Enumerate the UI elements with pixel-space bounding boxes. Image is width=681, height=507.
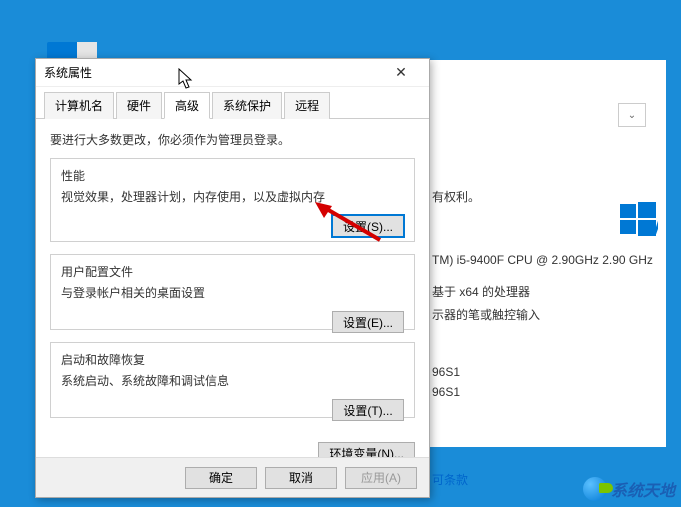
intro-text: 要进行大多数更改，你必须作为管理员登录。	[50, 131, 415, 148]
startup-groupbox: 启动和故障恢复 系统启动、系统故障和调试信息 设置(T)...	[50, 342, 415, 418]
system-properties-dialog: 系统属性 ✕ 计算机名 硬件 高级 系统保护 远程 要进行大多数更改，你必须作为…	[35, 58, 430, 498]
dialog-title: 系统属性	[44, 64, 92, 81]
tab-advanced[interactable]: 高级	[164, 92, 210, 119]
bg-code1: 96S1	[432, 365, 654, 379]
startup-settings-button[interactable]: 设置(T)...	[332, 399, 404, 421]
dialog-button-bar: 确定 取消 应用(A)	[36, 457, 429, 497]
userprofile-title: 用户配置文件	[61, 263, 404, 280]
bg-code2: 96S1	[432, 385, 654, 399]
tab-strip: 计算机名 硬件 高级 系统保护 远程	[36, 87, 429, 119]
cancel-button[interactable]: 取消	[265, 467, 337, 489]
userprofile-desc: 与登录帐户相关的桌面设置	[61, 284, 404, 301]
performance-title: 性能	[61, 167, 404, 184]
bg-pen-text: 示器的笔或触控输入	[432, 306, 654, 323]
watermark-text: 系统天地	[611, 477, 675, 501]
ok-button[interactable]: 确定	[185, 467, 257, 489]
svg-text:V: V	[648, 217, 658, 239]
tab-hardware[interactable]: 硬件	[116, 92, 162, 119]
watermark: 系统天地	[583, 477, 675, 501]
userprofile-settings-button[interactable]: 设置(E)...	[332, 311, 404, 333]
dialog-content: 要进行大多数更改，你必须作为管理员登录。 性能 视觉效果，处理器计划，内存使用，…	[36, 119, 429, 442]
close-icon: ✕	[395, 64, 407, 81]
performance-groupbox: 性能 视觉效果，处理器计划，内存使用，以及虚拟内存 设置(S)...	[50, 158, 415, 242]
performance-settings-button[interactable]: 设置(S)...	[332, 215, 404, 237]
chevron-down-icon: ⌄	[628, 110, 636, 121]
userprofile-groupbox: 用户配置文件 与登录帐户相关的桌面设置 设置(E)...	[50, 254, 415, 330]
dialog-titlebar: 系统属性 ✕	[36, 59, 429, 87]
performance-desc: 视觉效果，处理器计划，内存使用，以及虚拟内存	[61, 188, 404, 205]
bg-arch-text: 基于 x64 的处理器	[432, 283, 654, 300]
background-settings-panel: ⌄ V 有权利。 TM) i5-9400F CPU @ 2.90GHz 2.90…	[420, 60, 666, 447]
startup-desc: 系统启动、系统故障和调试信息	[61, 372, 404, 389]
tab-computer-name[interactable]: 计算机名	[44, 92, 114, 119]
startup-title: 启动和故障恢复	[61, 351, 404, 368]
globe-icon	[583, 477, 607, 501]
windows-logo-icon: V	[618, 200, 658, 240]
close-button[interactable]: ✕	[381, 61, 421, 85]
apply-button[interactable]: 应用(A)	[345, 467, 417, 489]
background-dropdown[interactable]: ⌄	[618, 103, 646, 127]
bg-cpu-text: TM) i5-9400F CPU @ 2.90GHz 2.90 GHz	[432, 253, 654, 267]
tab-system-protection[interactable]: 系统保护	[212, 92, 282, 119]
tab-remote[interactable]: 远程	[284, 92, 330, 119]
